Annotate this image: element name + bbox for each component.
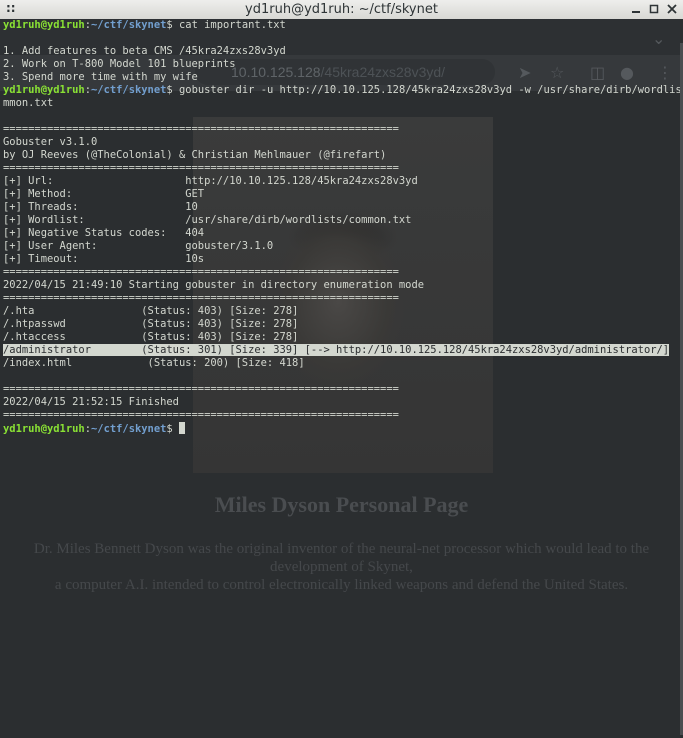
prompt-line[interactable]: yd1ruh@yd1ruh:~/ctf/skynet$ bbox=[3, 422, 680, 435]
prompt-user: yd1ruh@yd1ruh bbox=[3, 19, 85, 31]
close-icon bbox=[667, 4, 677, 14]
separator-line: ========================================… bbox=[3, 123, 399, 135]
maximize-icon bbox=[649, 4, 659, 14]
minimize-icon bbox=[632, 11, 640, 13]
config-line: [+] Url: http://10.10.125.128/45kra24zxs… bbox=[3, 175, 418, 187]
output-line: by OJ Reeves (@TheColonial) & Christian … bbox=[3, 149, 387, 161]
command-text: gobuster dir -u http://10.10.125.128/45k… bbox=[172, 84, 683, 96]
config-line: [+] User Agent: gobuster/3.1.0 bbox=[3, 240, 274, 252]
result-line: /.htaccess (Status: 403) [Size: 278] bbox=[3, 331, 299, 343]
result-line-selected[interactable]: /administrator (Status: 301) [Size: 339]… bbox=[3, 344, 680, 357]
prompt-path: ~/ctf/skynet bbox=[91, 19, 167, 31]
output-line: 1. Add features to beta CMS /45kra24zxs2… bbox=[3, 45, 286, 57]
config-line: [+] Negative Status codes: 404 bbox=[3, 227, 205, 239]
separator-line: ========================================… bbox=[3, 162, 399, 174]
config-line: [+] Timeout: 10s bbox=[3, 253, 205, 265]
window-controls bbox=[629, 2, 679, 16]
config-line: [+] Wordlist: /usr/share/dirb/wordlists/… bbox=[3, 214, 412, 226]
prompt-line: yd1ruh@yd1ruh:~/ctf/skynet$ gobuster dir… bbox=[3, 84, 683, 97]
separator-line: ========================================… bbox=[3, 266, 399, 278]
result-line: /index.html (Status: 200) [Size: 418] bbox=[3, 357, 305, 369]
page-paragraph: Dr. Miles Bennett Dyson was the original… bbox=[6, 540, 677, 594]
result-line: /.htpasswd (Status: 403) [Size: 278] bbox=[3, 318, 299, 330]
close-button[interactable] bbox=[665, 2, 679, 16]
status-line: 2022/04/15 21:52:15 Finished bbox=[3, 396, 179, 408]
selection-highlight[interactable]: /administrator (Status: 301) [Size: 339]… bbox=[3, 344, 670, 356]
config-line: [+] Threads: 10 bbox=[3, 201, 198, 213]
prompt-user: yd1ruh@yd1ruh bbox=[3, 423, 85, 435]
separator-line: ========================================… bbox=[3, 383, 399, 395]
command-wrap: mmon.txt bbox=[3, 97, 54, 109]
command-text: cat important.txt bbox=[172, 19, 286, 31]
text-cursor bbox=[179, 422, 186, 434]
output-line: Gobuster v3.1.0 bbox=[3, 136, 98, 148]
terminal-output[interactable]: yd1ruh@yd1ruh:~/ctf/skynet$ cat importan… bbox=[3, 19, 683, 435]
separator-line: ========================================… bbox=[3, 409, 399, 421]
separator-line: ========================================… bbox=[3, 292, 399, 304]
output-line: 2. Work on T-800 Model 101 blueprints bbox=[3, 58, 236, 70]
paragraph-line-1: Dr. Miles Bennett Dyson was the original… bbox=[33, 541, 650, 575]
status-line: 2022/04/15 21:49:10 Starting gobuster in… bbox=[3, 279, 425, 291]
window-title: yd1ruh@yd1ruh: ~/ctf/skynet bbox=[245, 2, 438, 17]
window-titlebar: :: yd1ruh@yd1ruh: ~/ctf/skynet bbox=[0, 0, 683, 20]
result-line: /.hta (Status: 403) [Size: 278] bbox=[3, 305, 299, 317]
page-heading: Miles Dyson Personal Page bbox=[214, 492, 469, 517]
minimize-button[interactable] bbox=[629, 2, 643, 16]
output-line: 3. Spend more time with my wife bbox=[3, 71, 198, 83]
prompt-path: ~/ctf/skynet bbox=[91, 84, 167, 96]
prompt-user: yd1ruh@yd1ruh bbox=[3, 84, 85, 96]
prompt-sigil: $ bbox=[166, 423, 173, 435]
maximize-button[interactable] bbox=[647, 2, 661, 16]
paragraph-line-2: a computer A.I. intended to control elec… bbox=[54, 577, 629, 593]
config-line: [+] Method: GET bbox=[3, 188, 205, 200]
prompt-line: yd1ruh@yd1ruh:~/ctf/skynet$ cat importan… bbox=[3, 19, 680, 32]
prompt-path: ~/ctf/skynet bbox=[91, 423, 167, 435]
